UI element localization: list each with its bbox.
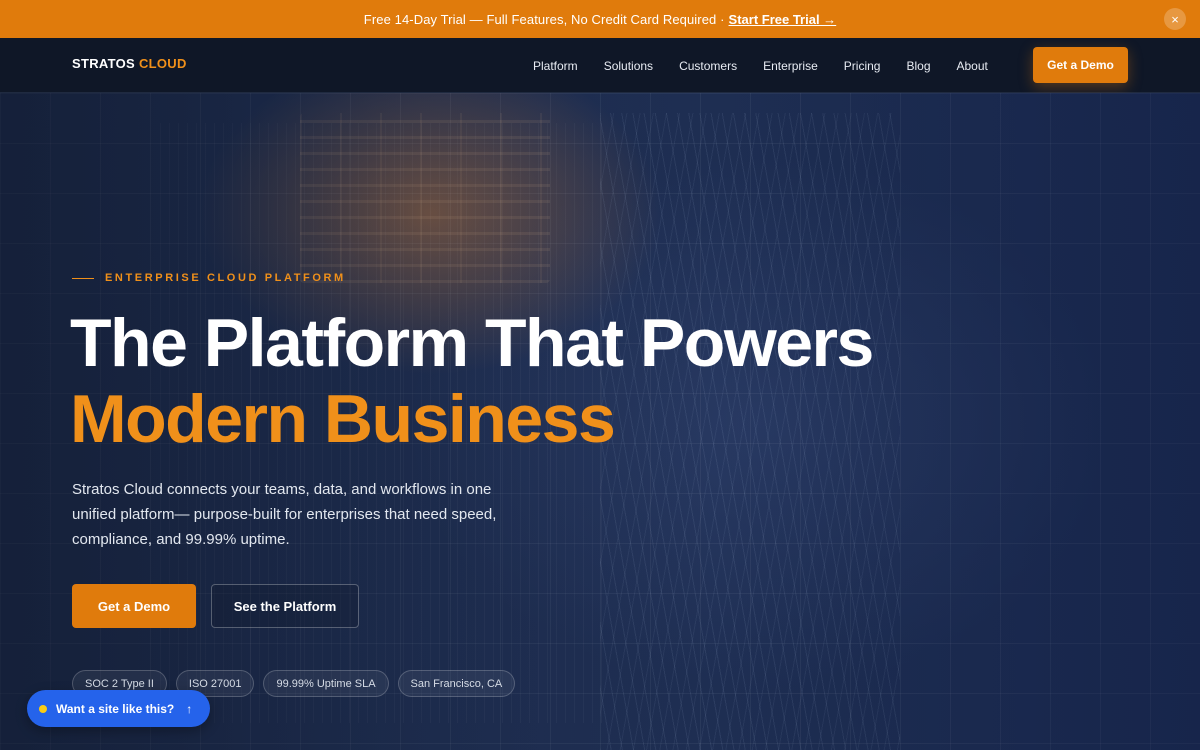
hero-headline: The Platform That Powers Modern Business (70, 305, 874, 457)
widget-label: Want a site like this? (56, 701, 175, 716)
nav-link-customers[interactable]: Customers (679, 59, 737, 73)
nav-link-blog[interactable]: Blog (906, 59, 930, 73)
hero-description: Stratos Cloud connects your teams, data,… (72, 481, 497, 548)
status-dot-icon (39, 704, 47, 713)
nav-links: Platform Solutions Customers Enterprise … (520, 38, 1001, 93)
hero-eyebrow: ENTERPRISE CLOUD PLATFORM (72, 272, 346, 284)
close-icon[interactable]: × (1164, 8, 1186, 30)
badge-location: San Francisco, CA (397, 670, 516, 697)
nav-link-platform[interactable]: Platform (533, 59, 578, 73)
eyebrow-line (72, 277, 94, 279)
logo-accent: CLOUD (138, 56, 187, 71)
announcement-bar: Free 14-Day Trial — Full Features, No Cr… (0, 0, 1200, 38)
headline-line-2: Modern Business (70, 381, 616, 457)
nav-link-pricing[interactable]: Pricing (844, 59, 881, 73)
nav-get-demo-button[interactable]: Get a Demo (1033, 47, 1128, 83)
nav-link-enterprise[interactable]: Enterprise (763, 59, 818, 73)
start-free-trial-link[interactable]: Start Free Trial → (729, 12, 837, 27)
logo[interactable]: STRATOS CLOUD (72, 56, 187, 71)
nav-link-solutions[interactable]: Solutions (604, 59, 653, 73)
nav-link-about[interactable]: About (957, 59, 988, 73)
top-navigation: STRATOS CLOUD Platform Solutions Custome… (0, 38, 1200, 93)
badge-uptime: 99.99% Uptime SLA (263, 670, 389, 697)
site-builder-widget[interactable]: Want a site like this? ↑ (27, 690, 211, 727)
see-platform-button[interactable]: See the Platform (211, 584, 359, 628)
logo-primary: STRATOS (72, 56, 136, 71)
announcement-text: Free 14-Day Trial — Full Features, No Cr… (363, 11, 725, 27)
headline-line-1: The Platform That Powers (70, 305, 874, 381)
eyebrow-label: ENTERPRISE CLOUD PLATFORM (105, 272, 346, 284)
arrow-up-icon: ↑ (186, 701, 193, 716)
hero-section: ENTERPRISE CLOUD PLATFORM The Platform T… (0, 93, 1200, 750)
hero-get-demo-button[interactable]: Get a Demo (72, 584, 196, 628)
